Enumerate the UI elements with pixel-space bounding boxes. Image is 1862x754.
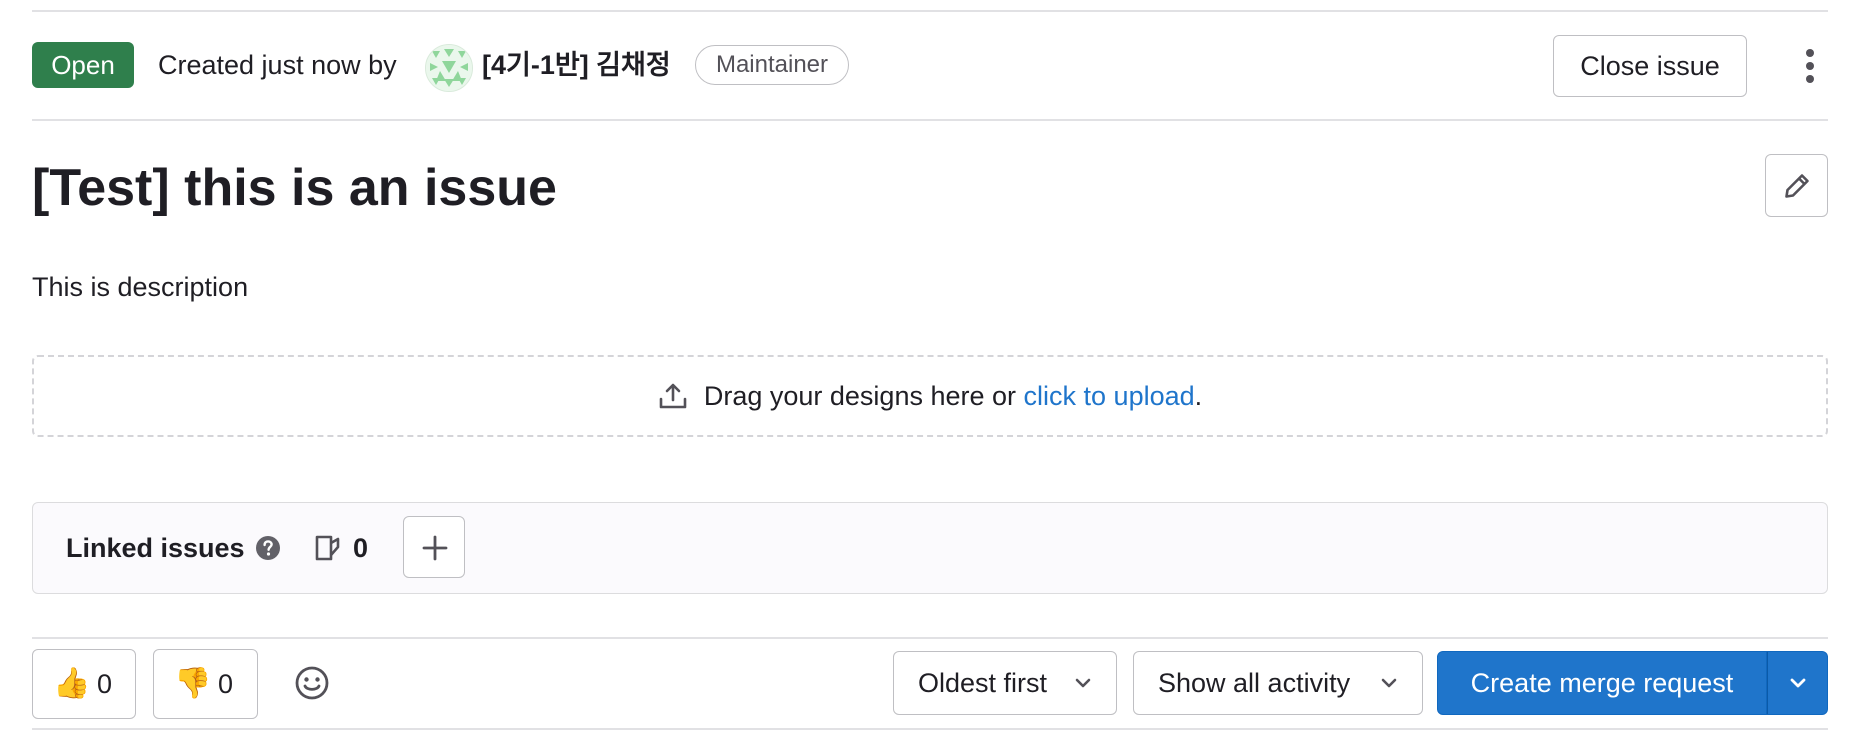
dropzone-suffix: . <box>1194 380 1203 411</box>
dropzone-text: Drag your designs here or <box>703 380 1017 411</box>
chevron-down-icon <box>1381 678 1397 688</box>
merge-request-options-toggle[interactable] <box>1767 651 1828 715</box>
thumbs-up-count: 0 <box>97 669 113 699</box>
thumbs-up-button[interactable]: 👍 0 <box>32 649 136 719</box>
plus-icon <box>422 535 448 561</box>
role-badge: Maintainer <box>695 45 849 85</box>
edit-title-button[interactable] <box>1765 154 1828 217</box>
linked-issues-panel: Linked issues 0 <box>32 502 1828 594</box>
question-circle-icon[interactable] <box>255 535 281 561</box>
activity-filter-dropdown[interactable]: Show all activity <box>1133 651 1423 715</box>
thumbs-down-button[interactable]: 👎 0 <box>153 649 258 719</box>
thumbs-up-icon: 👍 <box>53 666 91 701</box>
thumbs-down-icon: 👎 <box>174 666 212 701</box>
click-to-upload-link[interactable]: click to upload <box>1024 381 1195 412</box>
issue-title: [Test] this is an issue <box>32 159 557 217</box>
smiley-icon[interactable] <box>294 665 330 701</box>
top-divider <box>32 10 1828 12</box>
linked-issues-count: 0 <box>353 533 369 563</box>
design-dropzone[interactable]: Drag your designs here or click to uploa… <box>32 355 1828 437</box>
create-merge-request-button[interactable]: Create merge request <box>1437 651 1767 715</box>
chevron-down-icon <box>1075 678 1091 688</box>
linked-issues-title: Linked issues <box>66 533 245 563</box>
avatar[interactable] <box>425 44 473 92</box>
thumbs-down-count: 0 <box>218 669 234 699</box>
header-divider <box>32 119 1828 121</box>
issues-icon <box>315 535 340 561</box>
chevron-down-icon <box>1790 678 1806 688</box>
activity-divider <box>32 637 1828 639</box>
close-issue-button[interactable]: Close issue <box>1553 35 1747 97</box>
sort-order-label: Oldest first <box>918 668 1048 698</box>
dropzone-content: Drag your designs here or click to uploa… <box>34 357 1826 435</box>
sort-order-dropdown[interactable]: Oldest first <box>893 651 1117 715</box>
bottom-divider <box>32 728 1828 730</box>
activity-filter-label: Show all activity <box>1158 668 1351 698</box>
author-name[interactable]: [4기-1반] 김채정 <box>482 48 671 82</box>
upload-icon <box>659 383 687 409</box>
issue-description: This is description <box>32 272 249 302</box>
add-linked-issue-button[interactable] <box>403 516 465 578</box>
issue-page: Open Created just now by [4기-1반] 김채정 Mai… <box>32 0 1828 754</box>
created-by-text: Created just now by <box>158 50 397 80</box>
status-badge: Open <box>32 42 134 88</box>
pencil-icon <box>1785 174 1809 198</box>
kebab-menu-icon[interactable] <box>1804 48 1816 84</box>
avatar-identicon <box>426 45 472 91</box>
